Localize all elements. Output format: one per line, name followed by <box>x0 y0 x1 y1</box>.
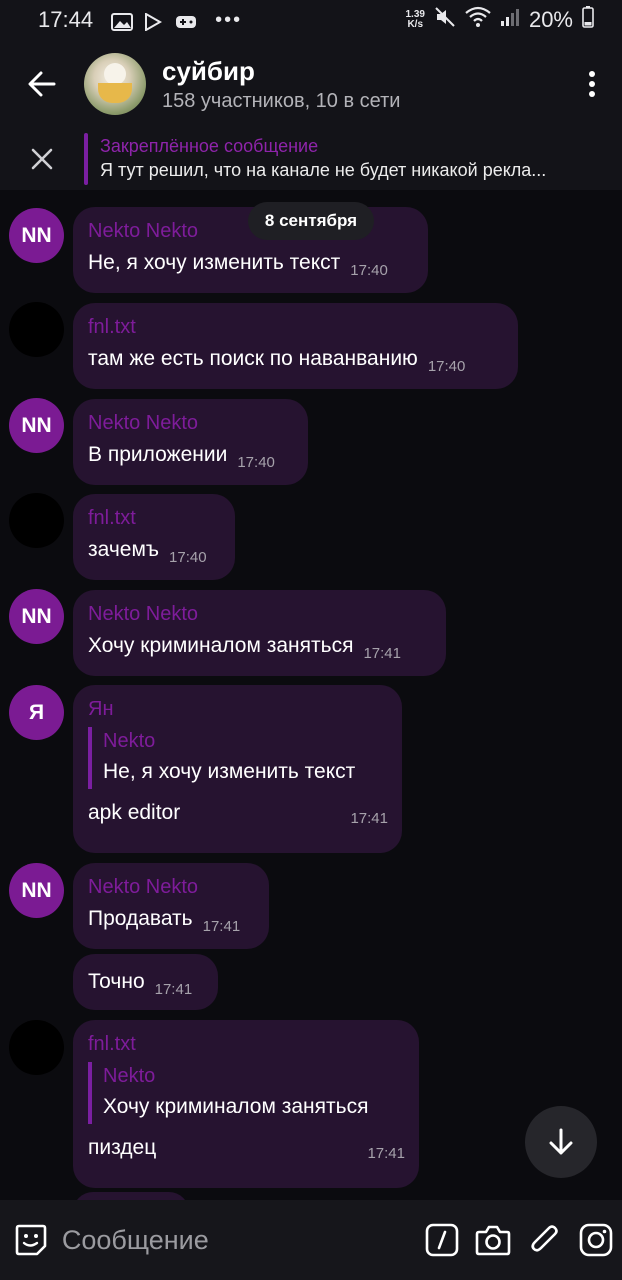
message-text: Точно <box>88 970 145 993</box>
chat-info[interactable]: суйбир 158 участников, 10 в сети <box>162 56 562 113</box>
instagram-button[interactable] <box>570 1200 622 1280</box>
message-bubble[interactable]: fnl.txt там же есть поиск по наванванию 1… <box>73 303 518 389</box>
message-input-bar <box>0 1200 622 1280</box>
scroll-down-icon <box>549 1128 573 1155</box>
pinned-close-button[interactable] <box>0 128 84 190</box>
message-bubble[interactable]: Точно 17:41 <box>73 954 218 1010</box>
reply-sender: Nekto <box>103 1065 156 1087</box>
sender-avatar[interactable] <box>9 493 64 548</box>
message-text: пиздец <box>88 1136 157 1159</box>
reply-quote[interactable]: Nekto Не, я хочу изменить текст <box>88 727 388 789</box>
message-text: Не, я хочу изменить текст <box>88 251 341 274</box>
scroll-down-button[interactable] <box>525 1106 597 1178</box>
message-text: В приложении <box>88 443 228 466</box>
message-text: там же есть поиск по наванванию <box>88 347 418 370</box>
close-icon <box>31 148 53 170</box>
more-options-button[interactable] <box>562 40 622 128</box>
gallery-icon <box>111 11 134 31</box>
reply-quote[interactable]: Nekto Хочу криминалом заняться <box>88 1062 405 1124</box>
bot-command-button[interactable] <box>416 1200 468 1280</box>
status-time: 17:44 <box>38 7 94 32</box>
message-time: 17:40 <box>350 262 388 279</box>
message-time: 17:41 <box>350 810 388 827</box>
message-text: Хочу криминалом заняться <box>88 634 354 657</box>
message-sender[interactable]: Ян <box>88 697 388 721</box>
emoji-icon <box>15 1224 47 1256</box>
message-sender[interactable]: fnl.txt <box>88 315 504 339</box>
back-button[interactable] <box>0 40 84 128</box>
reply-text: Не, я хочу изменить текст <box>103 760 356 783</box>
pinned-content: Закреплённое сообщение Я тут решил, что … <box>100 135 622 183</box>
camera-icon <box>475 1225 511 1256</box>
sender-avatar[interactable]: Я <box>9 685 64 740</box>
sender-avatar[interactable]: NN <box>9 398 64 453</box>
sender-avatar[interactable]: NN <box>9 208 64 263</box>
pinned-title: Закреплённое сообщение <box>100 136 319 156</box>
command-icon <box>425 1223 458 1257</box>
wifi-icon <box>465 6 491 34</box>
more-vert-icon <box>589 71 595 97</box>
signal-icon <box>500 7 520 33</box>
chat-header: суйбир 158 участников, 10 в сети <box>0 40 622 128</box>
gamepad-icon <box>175 11 197 29</box>
message-text: apk editor <box>88 801 181 824</box>
camera-button[interactable] <box>467 1200 519 1280</box>
sender-avatar[interactable]: NN <box>9 863 64 918</box>
sender-avatar[interactable]: NN <box>9 589 64 644</box>
instagram-icon <box>579 1223 613 1257</box>
mute-icon <box>434 6 456 34</box>
sender-avatar[interactable] <box>9 302 64 357</box>
play-store-icon <box>143 11 165 32</box>
reply-sender: Nekto <box>103 730 156 752</box>
status-bar: 17:44 ••• 1.39 K/s 20% <box>0 0 622 40</box>
back-arrow-icon <box>28 71 56 97</box>
message-bubble[interactable]: Ян Nekto Не, я хочу изменить текст apk e… <box>73 685 402 853</box>
message-sender[interactable]: Nekto Nekto <box>88 875 255 899</box>
message-input[interactable] <box>61 1224 416 1256</box>
message-bubble[interactable]: fnl.txt зачемъ 17:40 <box>73 494 235 580</box>
message-time: 17:41 <box>363 645 401 662</box>
message-bubble[interactable]: Nekto Nekto В приложении 17:40 <box>73 399 308 485</box>
date-separator: 8 сентября <box>248 202 374 240</box>
message-list[interactable]: 8 сентября NN Nekto Nekto Не, я хочу изм… <box>0 190 622 1200</box>
reply-text: Хочу криминалом заняться <box>103 1095 369 1118</box>
pinned-text: Я тут решил, что на канале не будет ника… <box>100 160 547 180</box>
message-bubble[interactable]: Nekto Nekto Хочу криминалом заняться 17:4… <box>73 590 446 676</box>
message-bubble[interactable]: Nekto Nekto Продавать 17:41 <box>73 863 269 949</box>
message-time: 17:41 <box>202 918 241 935</box>
message-time: 17:41 <box>367 1145 405 1162</box>
avatar-figure-cup <box>98 83 132 103</box>
message-time: 17:41 <box>154 981 193 998</box>
message-bubble[interactable]: fnl.txt Nekto Хочу криминалом заняться п… <box>73 1020 419 1188</box>
message-time: 17:40 <box>169 549 207 566</box>
pinned-message-bar[interactable]: Закреплённое сообщение Я тут решил, что … <box>0 128 622 190</box>
emoji-button[interactable] <box>0 1200 62 1280</box>
speed-unit: K/s <box>407 19 423 30</box>
pinned-accent-bar <box>84 133 88 185</box>
chat-title: суйбир <box>162 55 255 86</box>
network-speed: 1.39 K/s <box>405 10 424 30</box>
message-time: 17:40 <box>237 454 275 471</box>
battery-icon <box>582 6 594 34</box>
message-sender[interactable]: fnl.txt <box>88 506 221 530</box>
chat-subtitle: 158 участников, 10 в сети <box>162 89 401 112</box>
message-time: 17:40 <box>427 358 466 375</box>
attach-icon <box>531 1225 558 1252</box>
more-notifications-icon: ••• <box>215 8 243 31</box>
chat-avatar[interactable] <box>84 53 146 115</box>
message-sender[interactable]: fnl.txt <box>88 1032 405 1056</box>
message-sender[interactable]: Nekto Nekto <box>88 602 432 626</box>
avatar-figure-head <box>104 63 126 85</box>
message-sender[interactable]: Nekto Nekto <box>88 411 294 435</box>
message-text: Продавать <box>88 907 193 930</box>
message-bubble-partial[interactable] <box>73 1192 189 1200</box>
message-text: зачемъ <box>88 538 160 561</box>
sender-avatar[interactable] <box>9 1020 64 1075</box>
attach-button[interactable] <box>519 1200 571 1280</box>
battery-percent: 20% <box>528 7 573 32</box>
